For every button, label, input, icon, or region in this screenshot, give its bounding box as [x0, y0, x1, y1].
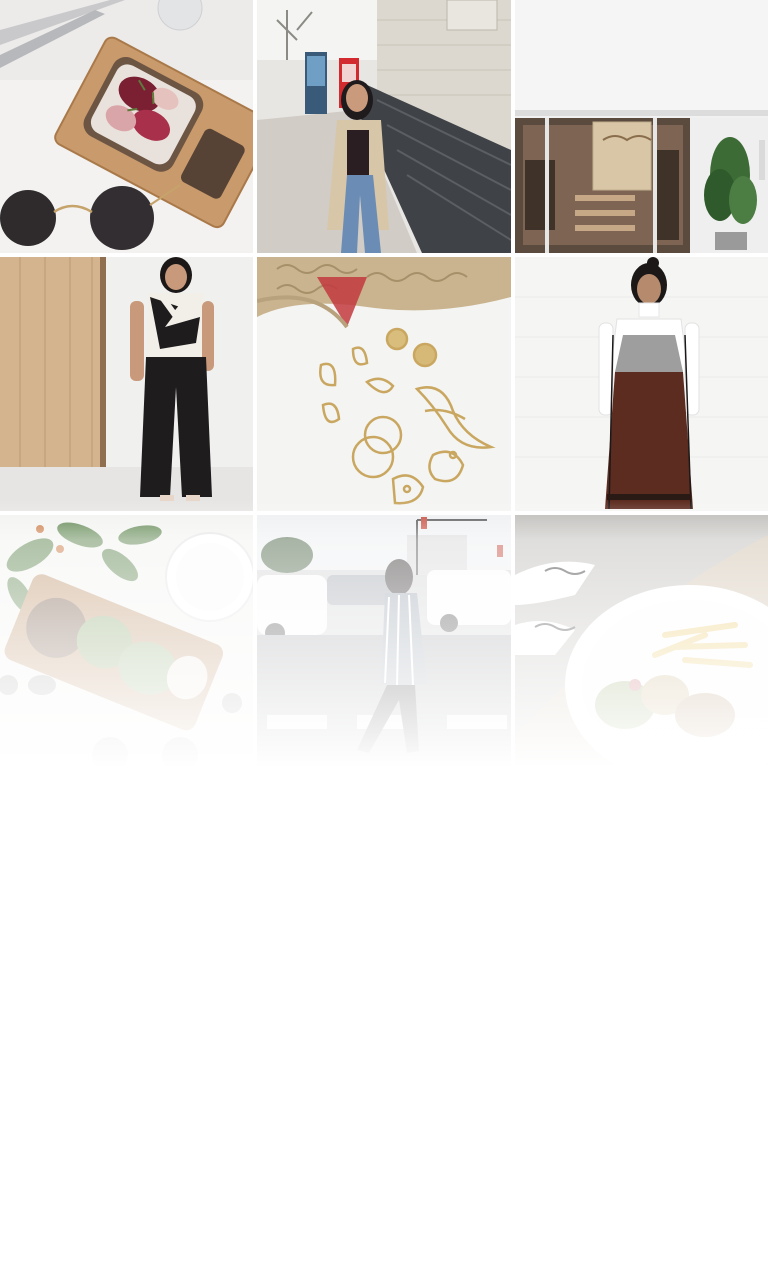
tile-storefront[interactable] [515, 0, 768, 253]
photo-grid [0, 0, 768, 768]
tile-earrings-flatlay[interactable] [257, 257, 511, 511]
tile-jumpsuit-outfit[interactable] [0, 257, 253, 511]
tile-fries-plate[interactable] [515, 515, 768, 768]
tile-street-fashion-london[interactable] [257, 0, 511, 253]
photo-portrait-indoor-icon-2 [515, 257, 768, 511]
empty-space [0, 768, 768, 1280]
photo-food-flatlay-icon [0, 0, 253, 253]
tile-toast-sunglasses[interactable] [0, 0, 253, 253]
photo-portrait-street-icon-2 [257, 515, 511, 768]
photo-jewelry-flatlay-icon [257, 257, 511, 511]
tile-crosswalk-outfit[interactable] [257, 515, 511, 768]
photo-food-flatlay-icon-2 [0, 515, 253, 768]
photo-portrait-street-icon [257, 0, 511, 253]
photo-portrait-indoor-icon [0, 257, 253, 511]
tile-slip-dress-outfit[interactable] [515, 257, 768, 511]
tile-brunch-flatlay[interactable] [0, 515, 253, 768]
photo-food-plate-icon [515, 515, 768, 768]
photo-storefront-icon [515, 0, 768, 253]
